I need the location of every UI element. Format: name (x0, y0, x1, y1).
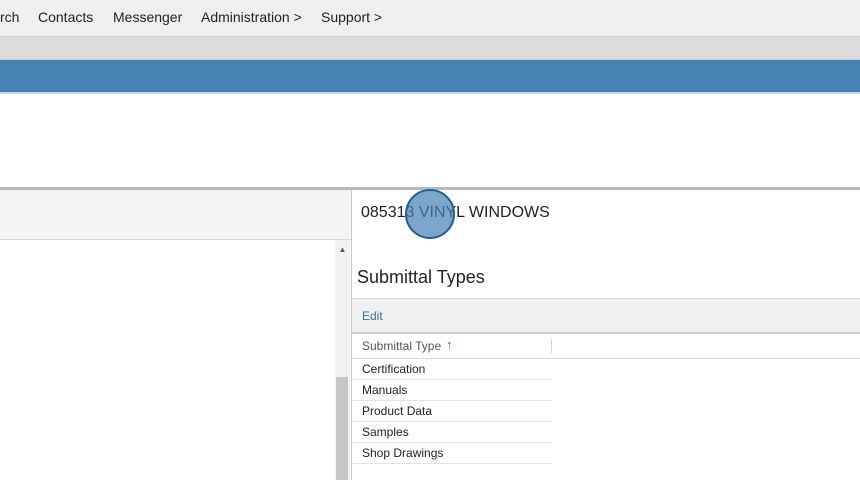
grid-column-header: Submittal Type ↑ (352, 334, 860, 359)
grid-toolbar: Edit (352, 298, 860, 334)
sort-ascending-icon[interactable]: ↑ (446, 337, 453, 352)
nav-search[interactable]: rch (0, 9, 19, 25)
submittal-types-heading: Submittal Types (357, 267, 485, 287)
column-separator[interactable] (551, 339, 552, 353)
row-label: Shop Drawings (362, 446, 444, 460)
edit-button[interactable]: Edit (362, 309, 383, 323)
table-row[interactable]: Product Data (352, 401, 552, 422)
table-row[interactable]: Samples (352, 422, 552, 443)
nav-contacts[interactable]: Contacts (38, 9, 93, 25)
row-label: Manuals (362, 383, 408, 397)
left-pane-header (0, 190, 351, 240)
top-navigation: rch Contacts Messenger Administration > … (0, 0, 860, 37)
table-row[interactable]: Certification (352, 359, 552, 380)
scroll-up-arrow-icon[interactable]: ▲ (335, 244, 350, 256)
click-indicator (405, 189, 455, 239)
scrollbar-thumb[interactable] (336, 377, 348, 480)
nav-administration[interactable]: Administration > (201, 9, 302, 25)
nav-messenger[interactable]: Messenger (113, 9, 182, 25)
submittal-types-list: Certification Manuals Product Data Sampl… (352, 359, 552, 464)
row-label: Product Data (362, 404, 433, 418)
table-row[interactable]: Shop Drawings (352, 443, 552, 464)
spec-section-title: 085313 VINYL WINDOWS (361, 204, 550, 221)
row-label: Certification (362, 362, 426, 376)
table-row[interactable]: Manuals (352, 380, 552, 401)
title-bar (0, 60, 860, 94)
column-header-submittal-type[interactable]: Submittal Type (362, 339, 441, 353)
header-area (0, 94, 860, 187)
scrollbar[interactable]: ▲ (335, 240, 350, 480)
nav-support[interactable]: Support > (321, 9, 382, 25)
left-pane: ▲ (0, 190, 351, 480)
secondary-toolbar (0, 37, 860, 60)
row-label: Samples (362, 425, 409, 439)
